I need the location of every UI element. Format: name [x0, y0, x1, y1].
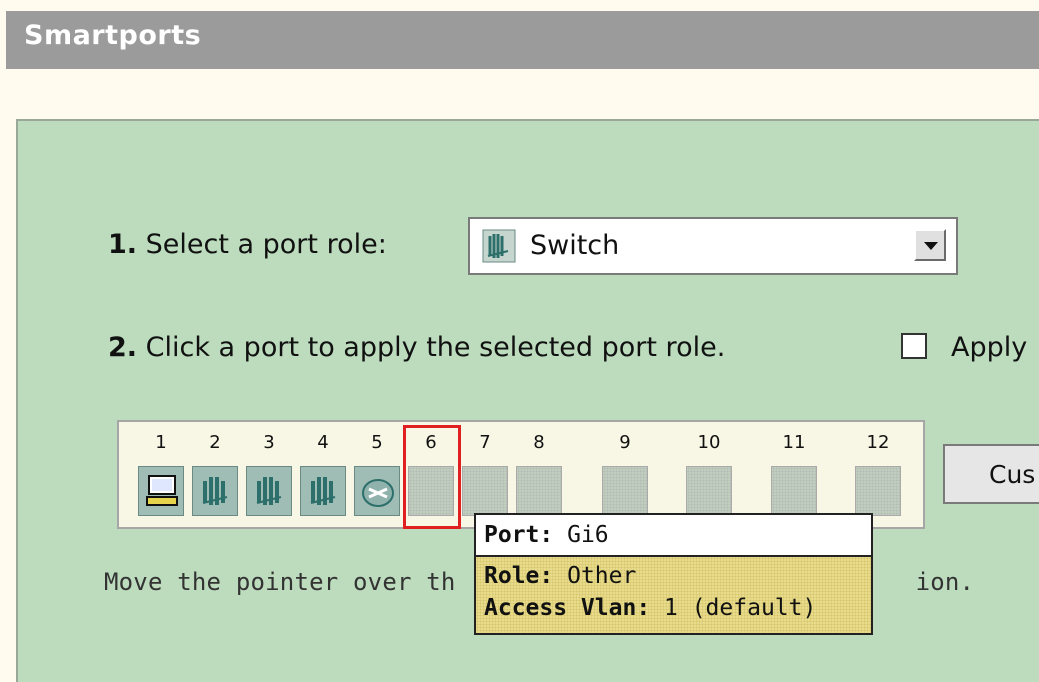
port-tooltip: Port: Gi6 Role: Other Access Vlan: 1 (de… [474, 513, 873, 635]
page-header: Smartports [6, 11, 1039, 69]
step-2-text: Click a port to apply the selected port … [145, 332, 726, 363]
port-button[interactable] [771, 466, 817, 516]
step-2-number: 2. [108, 332, 138, 363]
port-number: 12 [866, 432, 890, 453]
router-icon [362, 479, 394, 507]
port-button[interactable] [192, 466, 238, 516]
chevron-down-icon[interactable] [914, 229, 946, 261]
step-1-text: Select a port role: [145, 229, 387, 260]
step-1-number: 1. [108, 229, 138, 260]
selected-port-highlight [403, 425, 461, 529]
port-button[interactable] [462, 466, 508, 516]
tooltip-vlan-value: 1 (default) [650, 595, 817, 621]
port-number: 1 [155, 432, 167, 453]
port-button[interactable] [855, 466, 901, 516]
switch-icon [202, 477, 228, 505]
tooltip-port-line: Port: Gi6 [484, 522, 609, 548]
port-button[interactable] [686, 466, 732, 516]
tooltip-body: Role: Other Access Vlan: 1 (default) [474, 557, 873, 635]
step-1-label: 1. Select a port role: [108, 229, 387, 260]
switch-icon [310, 477, 336, 505]
page-title: Smartports [24, 20, 202, 51]
port-button[interactable] [246, 466, 292, 516]
customize-button-label: Cus [989, 460, 1036, 489]
port-number: 8 [533, 432, 545, 453]
port-number: 7 [479, 432, 491, 453]
customize-button[interactable]: Cus [943, 444, 1039, 504]
tooltip-header: Port: Gi6 [474, 513, 873, 557]
port-number: 5 [371, 432, 383, 453]
switch-icon [482, 229, 516, 263]
port-button[interactable] [602, 466, 648, 516]
step-2-label: 2. Click a port to apply the selected po… [108, 332, 725, 363]
port-number: 11 [782, 432, 806, 453]
apply-checkbox[interactable] [901, 333, 927, 359]
hint-text-start: Move the pointer over th [104, 568, 456, 596]
port-role-select[interactable]: Switch [468, 217, 958, 275]
apply-label: Apply [951, 332, 1028, 363]
tooltip-role-label: Role: [484, 563, 554, 589]
hint-text-end: ion. [915, 568, 975, 596]
port-number: 3 [263, 432, 275, 453]
tooltip-vlan-label: Access Vlan: [484, 595, 651, 621]
port-number: 2 [209, 432, 221, 453]
tooltip-role-line: Role: Other [484, 563, 636, 589]
tooltip-port-value: Gi6 [553, 522, 609, 548]
tooltip-port-label: Port: [484, 522, 554, 548]
port-button[interactable] [354, 466, 400, 516]
port-button[interactable] [138, 466, 184, 516]
port-number: 9 [619, 432, 631, 453]
port-number: 4 [317, 432, 329, 453]
port-number: 10 [697, 432, 721, 453]
switch-icon [256, 477, 282, 505]
port-role-value: Switch [530, 230, 620, 261]
port-button[interactable] [516, 466, 562, 516]
desktop-icon [146, 475, 178, 506]
port-button[interactable] [300, 466, 346, 516]
tooltip-vlan-line: Access Vlan: 1 (default) [484, 595, 816, 621]
tooltip-role-value: Other [553, 563, 637, 589]
